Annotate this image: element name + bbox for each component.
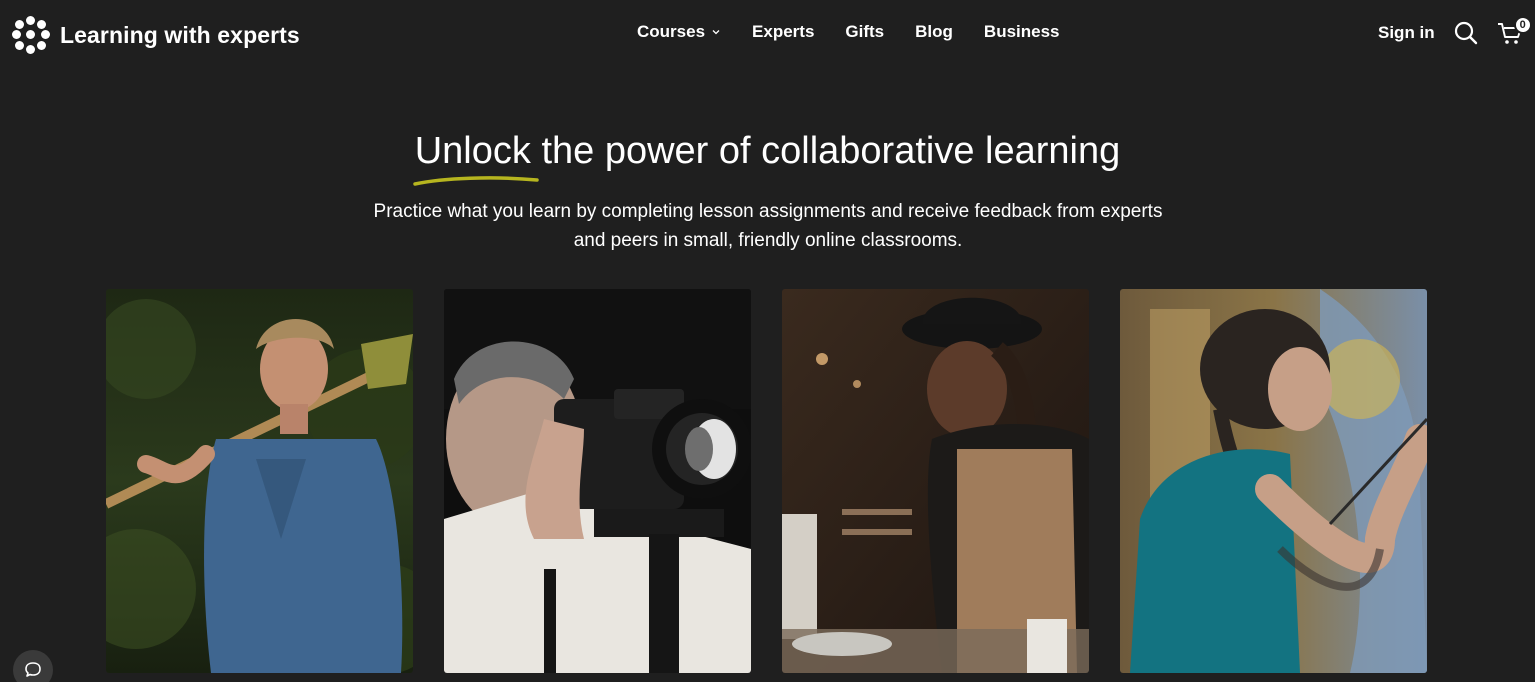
nav-business-label: Business	[983, 22, 1060, 41]
chat-button[interactable]	[13, 650, 53, 682]
nav-blog[interactable]: Blog	[915, 22, 953, 42]
dots-logo-icon	[12, 16, 50, 54]
cart-count-badge: 0	[1513, 16, 1532, 34]
hero-title: Unlock the power of collaborative learni…	[0, 130, 1535, 186]
page: Learning with experts Courses Experts Gi…	[0, 0, 1535, 682]
underline-decoration	[412, 176, 539, 186]
brand-logo[interactable]: Learning with experts	[12, 16, 300, 54]
search-icon	[1454, 21, 1477, 45]
hero-title-rest: the power of collaborative learning	[530, 130, 1121, 172]
nav-experts[interactable]: Experts	[752, 22, 814, 42]
nav-courses[interactable]: Courses	[637, 22, 721, 42]
gardening-expert-photo[interactable]	[106, 289, 413, 673]
nav-gifts[interactable]: Gifts	[845, 22, 884, 42]
painting-expert-photo[interactable]	[1120, 289, 1427, 673]
nav-courses-label: Courses	[637, 22, 706, 41]
search-button[interactable]	[1453, 20, 1479, 46]
nav-gifts-label: Gifts	[845, 22, 885, 41]
hero-title-highlight: Unlock	[412, 130, 539, 186]
nav-business[interactable]: Business	[984, 22, 1060, 42]
header-actions: Sign in 0	[1378, 16, 1532, 46]
chat-bubble-icon	[25, 662, 41, 677]
hero-subtitle: Practice what you learn by completing le…	[373, 201, 1163, 251]
sign-in-link[interactable]: Sign in	[1378, 23, 1435, 43]
brand-name: Learning with experts	[60, 21, 300, 48]
photography-expert-photo[interactable]	[444, 289, 751, 673]
nav-experts-label: Experts	[752, 22, 815, 41]
chevron-down-icon	[712, 30, 720, 35]
chef-expert-photo[interactable]	[782, 289, 1089, 673]
site-header: Learning with experts Courses Experts Gi…	[0, 0, 1535, 68]
cart-button[interactable]: 0	[1497, 16, 1532, 46]
nav-blog-label: Blog	[915, 22, 953, 41]
hero-title-highlight-text: Unlock	[414, 130, 531, 172]
main-nav: Courses Experts Gifts Blog Business	[637, 22, 1060, 42]
